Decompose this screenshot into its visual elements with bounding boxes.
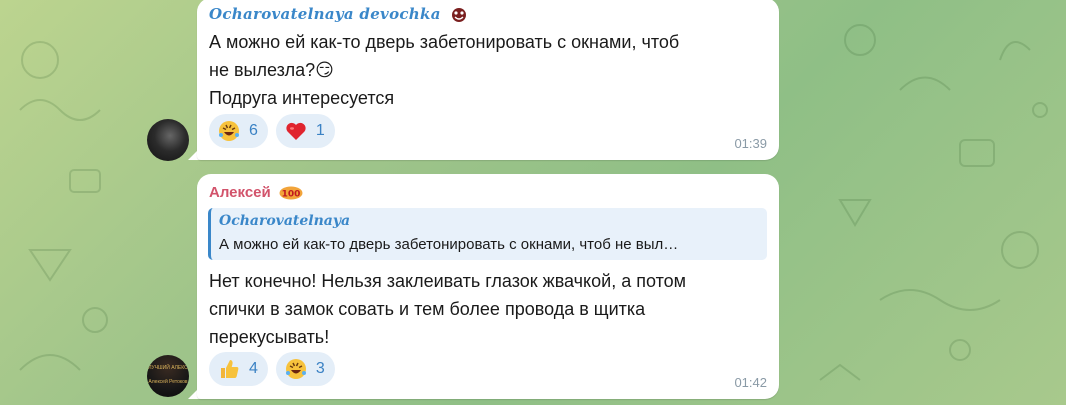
rofl-emoji-icon	[285, 359, 306, 379]
message-time: 01:42	[734, 375, 767, 390]
thumbs-up-emoji-icon	[221, 360, 239, 378]
message-time: 01:39	[734, 136, 767, 151]
reply-text: А можно ей как-то дверь забетонировать с…	[219, 236, 679, 253]
reactions-bar: 4 3	[209, 352, 335, 386]
reactions-bar: 6 1	[209, 114, 335, 148]
reply-sender: Ocharovatelnaya	[219, 213, 351, 229]
sender-name[interactable]: Ocharovatelnaya devochka	[209, 5, 468, 23]
sticker-face-icon	[452, 8, 467, 22]
reaction-count: 3	[315, 360, 325, 377]
message-bubble[interactable]: Ocharovatelnaya devochka А можно ей как-…	[197, 0, 779, 160]
reaction-count: 1	[315, 122, 325, 139]
avatar-caption: ЛУЧШИЙ АЛЕКС	[148, 365, 188, 371]
sender-avatar[interactable]: ЛУЧШИЙ АЛЕКС Алексей Ретоков	[147, 355, 189, 397]
reaction-count: 6	[249, 122, 258, 139]
avatar-caption: Алексей Ретоков	[148, 379, 188, 385]
sender-avatar[interactable]	[147, 119, 189, 161]
message-bubble[interactable]: Алексей 100 Ocharovatelnaya А можно ей к…	[197, 174, 779, 399]
rofl-emoji-icon	[219, 121, 239, 141]
reaction-rofl[interactable]: 6	[209, 114, 268, 148]
reaction-rofl[interactable]: 3	[275, 352, 335, 386]
sender-name[interactable]: Алексей 100	[209, 184, 303, 201]
reaction-heart[interactable]: 1	[275, 114, 335, 148]
hundred-points-icon: 100	[279, 186, 303, 200]
reply-quote[interactable]: Ocharovatelnaya А можно ей как-то дверь …	[208, 208, 767, 260]
heart-emoji-icon	[286, 122, 306, 140]
message-text: Нет конечно! Нельзя заклеивать глазок жв…	[209, 271, 686, 347]
svg-text:100: 100	[282, 190, 301, 200]
reaction-thumbs-up[interactable]: 4	[209, 352, 268, 386]
reaction-count: 4	[249, 360, 258, 377]
message-text: А можно ей как-то дверь забетонировать с…	[209, 32, 680, 108]
